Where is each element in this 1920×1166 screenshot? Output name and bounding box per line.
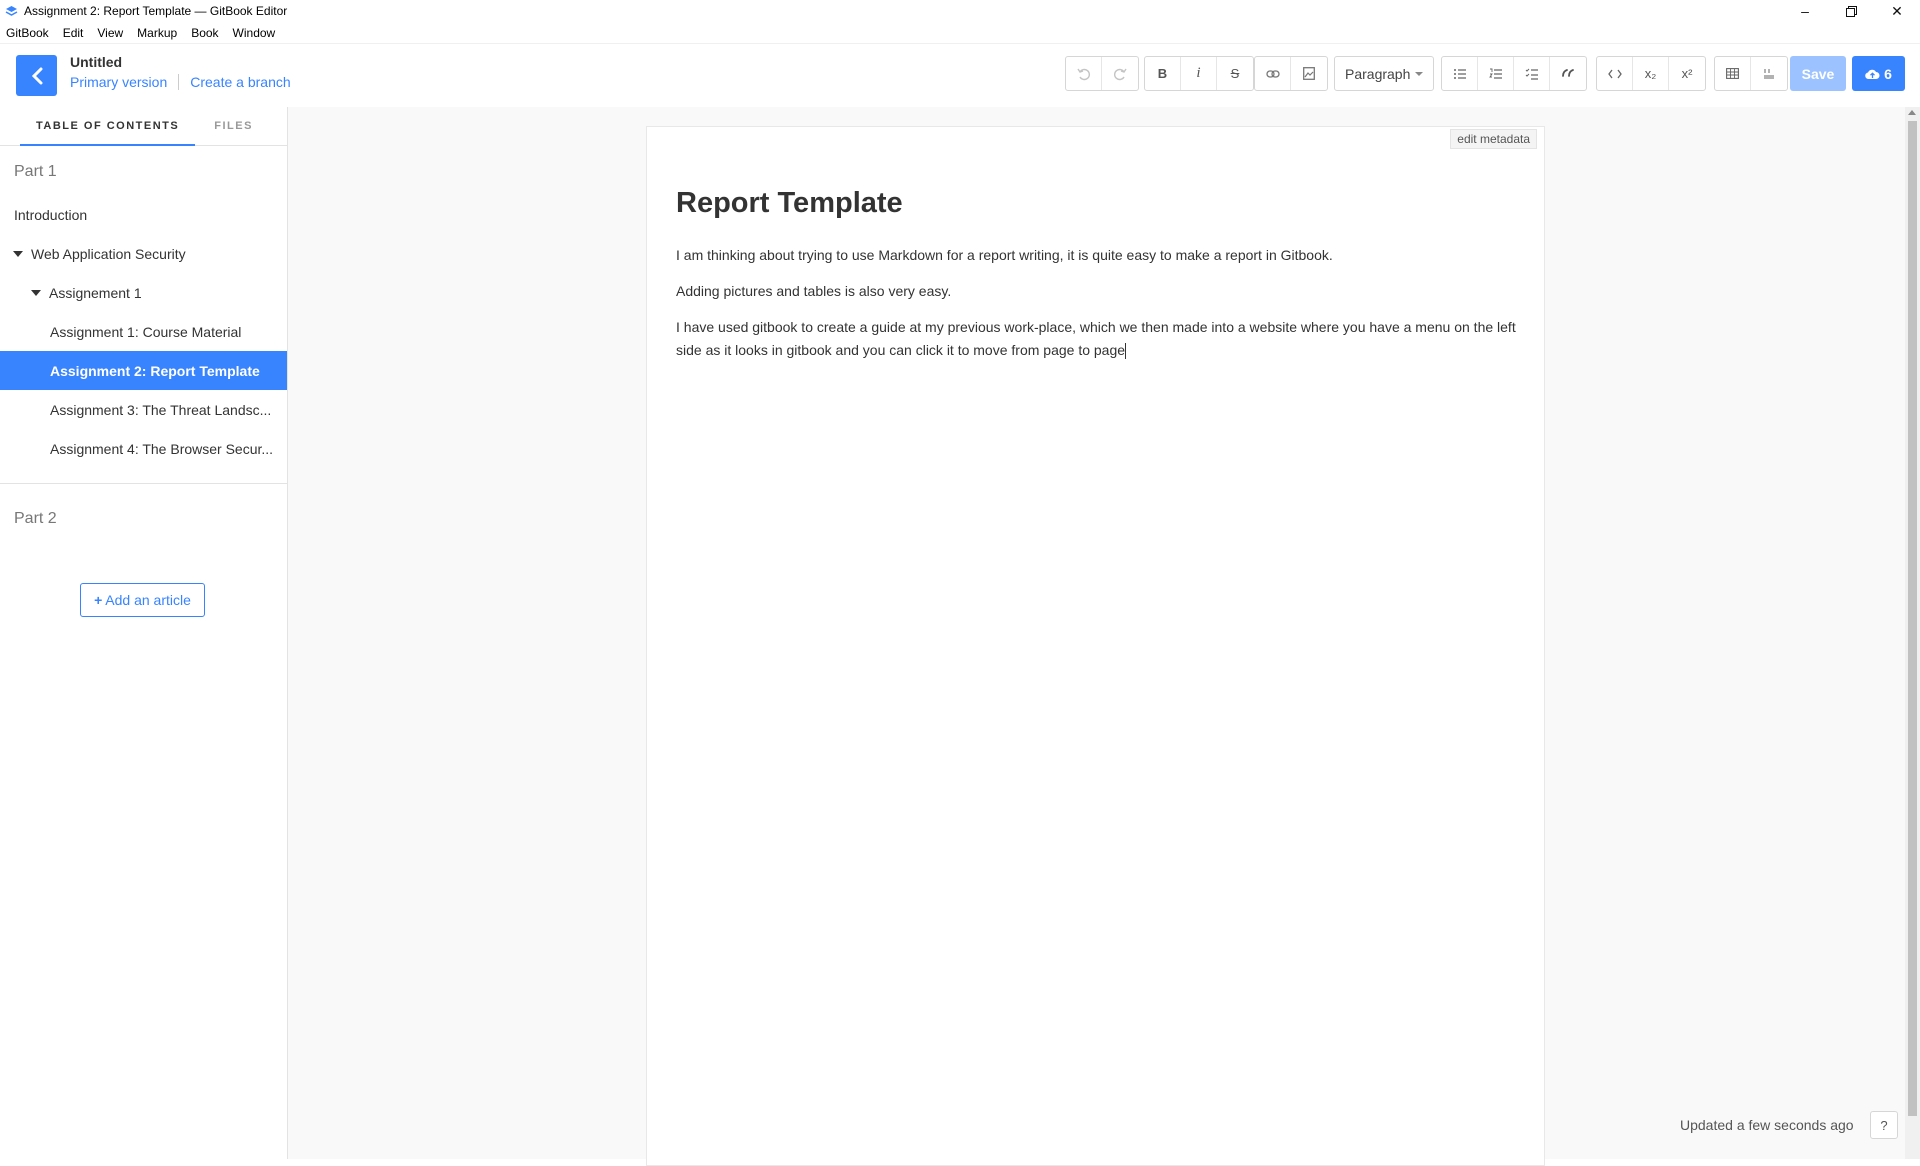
- toc-item-label: Assignment 3: The Threat Landsc...: [50, 401, 272, 418]
- editor-content[interactable]: Report Template I am thinking about tryi…: [676, 187, 1516, 375]
- cloud-upload-icon: [1865, 69, 1880, 79]
- toc-item-assignment-2[interactable]: Assignment 2: Report Template: [0, 351, 287, 390]
- toc-item-assignement-1[interactable]: Assignement 1: [0, 273, 287, 312]
- toc-item-assignment-3[interactable]: Assignment 3: The Threat Landsc...: [0, 390, 287, 429]
- add-article-label: Add an article: [105, 592, 191, 608]
- menubar: GitBook Edit View Markup Book Window: [0, 22, 1920, 44]
- bullet-list-icon[interactable]: [1442, 57, 1478, 90]
- back-button[interactable]: [16, 55, 57, 96]
- paragraph-3[interactable]: I have used gitbook to create a guide at…: [676, 316, 1516, 362]
- superscript-button[interactable]: x²: [1669, 57, 1705, 90]
- page-heading[interactable]: Report Template: [676, 187, 1516, 220]
- menu-view[interactable]: View: [90, 26, 130, 40]
- list-group: [1441, 56, 1587, 91]
- code-icon[interactable]: [1597, 57, 1633, 90]
- table-icon[interactable]: [1715, 57, 1751, 90]
- history-group: [1065, 56, 1139, 91]
- link-separator: [178, 74, 180, 90]
- editor-header: Untitled Primary version Create a branch…: [0, 44, 1920, 108]
- text-cursor: [1125, 343, 1127, 360]
- toc-item-assignment-4[interactable]: Assignment 4: The Browser Secur...: [0, 429, 287, 468]
- editor-area: edit metadata Report Template I am think…: [288, 107, 1905, 1166]
- paragraph-dropdown-wrap: Paragraph: [1334, 56, 1435, 91]
- close-icon[interactable]: ✕: [1874, 0, 1920, 22]
- blockquote-icon[interactable]: [1550, 57, 1586, 90]
- save-status: Updated a few seconds ago: [1680, 1117, 1854, 1133]
- menu-book[interactable]: Book: [184, 26, 225, 40]
- toc-item-label: Assignment 2: Report Template: [50, 362, 260, 379]
- window-title: Assignment 2: Report Template — GitBook …: [24, 4, 288, 18]
- image-icon[interactable]: [1291, 57, 1327, 90]
- add-article-button[interactable]: + Add an article: [80, 583, 205, 617]
- toc-item-label: Assignement 1: [49, 284, 142, 301]
- window-titlebar: Assignment 2: Report Template — GitBook …: [0, 0, 1920, 22]
- part-1-title[interactable]: Part 1: [0, 152, 287, 192]
- paragraph-2[interactable]: Adding pictures and tables is also very …: [676, 280, 1516, 303]
- paragraph-3-text: I have used gitbook to create a guide at…: [676, 319, 1516, 358]
- toc-item-assignment-1[interactable]: Assignment 1: Course Material: [0, 312, 287, 351]
- paragraph-style-label: Paragraph: [1345, 65, 1411, 82]
- help-button[interactable]: ?: [1870, 1111, 1898, 1139]
- tab-files[interactable]: FILES: [210, 107, 257, 145]
- paragraph-1[interactable]: I am thinking about trying to use Markdo…: [676, 244, 1516, 267]
- toc-item-web-application-security[interactable]: Web Application Security: [0, 234, 287, 273]
- chevron-left-icon: [31, 67, 42, 84]
- minimize-icon[interactable]: –: [1782, 0, 1828, 22]
- format-group: B i S: [1144, 56, 1254, 91]
- task-list-icon[interactable]: [1514, 57, 1550, 90]
- book-title: Untitled: [70, 54, 123, 70]
- bold-button[interactable]: B: [1145, 57, 1181, 90]
- part-2-title[interactable]: Part 2: [0, 499, 287, 539]
- toc-item-label: Assignment 1: Course Material: [50, 323, 242, 340]
- sync-count: 6: [1884, 65, 1892, 82]
- subscript-button[interactable]: x₂: [1633, 57, 1669, 90]
- caret-down-icon[interactable]: [31, 289, 41, 296]
- menu-edit[interactable]: Edit: [56, 26, 91, 40]
- gitbook-app-icon: [5, 6, 18, 16]
- sidebar: TABLE OF CONTENTS FILES Part 1 Introduct…: [0, 107, 288, 1159]
- strikethrough-button[interactable]: S: [1217, 57, 1253, 90]
- table-group: [1714, 56, 1788, 91]
- edit-metadata-button[interactable]: edit metadata: [1450, 129, 1537, 149]
- sidebar-tabs: TABLE OF CONTENTS FILES: [0, 107, 287, 146]
- menu-gitbook[interactable]: GitBook: [0, 26, 56, 40]
- chevron-down-icon: [1415, 71, 1424, 76]
- toc-item-label: Assignment 4: The Browser Secur...: [50, 440, 274, 457]
- toc-item-introduction[interactable]: Introduction: [0, 195, 287, 234]
- save-button[interactable]: Save: [1790, 56, 1846, 91]
- editor-page[interactable]: edit metadata Report Template I am think…: [646, 126, 1545, 1166]
- menu-markup[interactable]: Markup: [130, 26, 184, 40]
- footnote-icon[interactable]: [1751, 57, 1787, 90]
- toc-item-label: Introduction: [14, 206, 88, 223]
- code-group: x₂ x²: [1596, 56, 1706, 91]
- link-icon[interactable]: [1255, 57, 1291, 90]
- redo-icon[interactable]: [1102, 57, 1138, 90]
- create-branch-link[interactable]: Create a branch: [190, 74, 290, 90]
- toc-item-label: Web Application Security: [31, 245, 186, 262]
- undo-icon[interactable]: [1066, 57, 1102, 90]
- paragraph-style-dropdown[interactable]: Paragraph: [1334, 56, 1435, 91]
- insert-group: [1254, 56, 1328, 91]
- tab-table-of-contents[interactable]: TABLE OF CONTENTS: [20, 107, 196, 146]
- plus-icon: +: [94, 592, 103, 608]
- menu-window[interactable]: Window: [226, 26, 283, 40]
- sync-button[interactable]: 6: [1852, 56, 1905, 91]
- numbered-list-icon[interactable]: [1478, 57, 1514, 90]
- scrollbar-thumb[interactable]: [1908, 121, 1917, 1116]
- primary-version-link[interactable]: Primary version: [70, 74, 167, 90]
- editor-scrollbar[interactable]: [1905, 107, 1920, 1159]
- restore-icon[interactable]: [1828, 0, 1874, 22]
- scroll-up-icon[interactable]: [1908, 110, 1916, 115]
- italic-button[interactable]: i: [1181, 57, 1217, 90]
- caret-down-icon[interactable]: [13, 250, 23, 257]
